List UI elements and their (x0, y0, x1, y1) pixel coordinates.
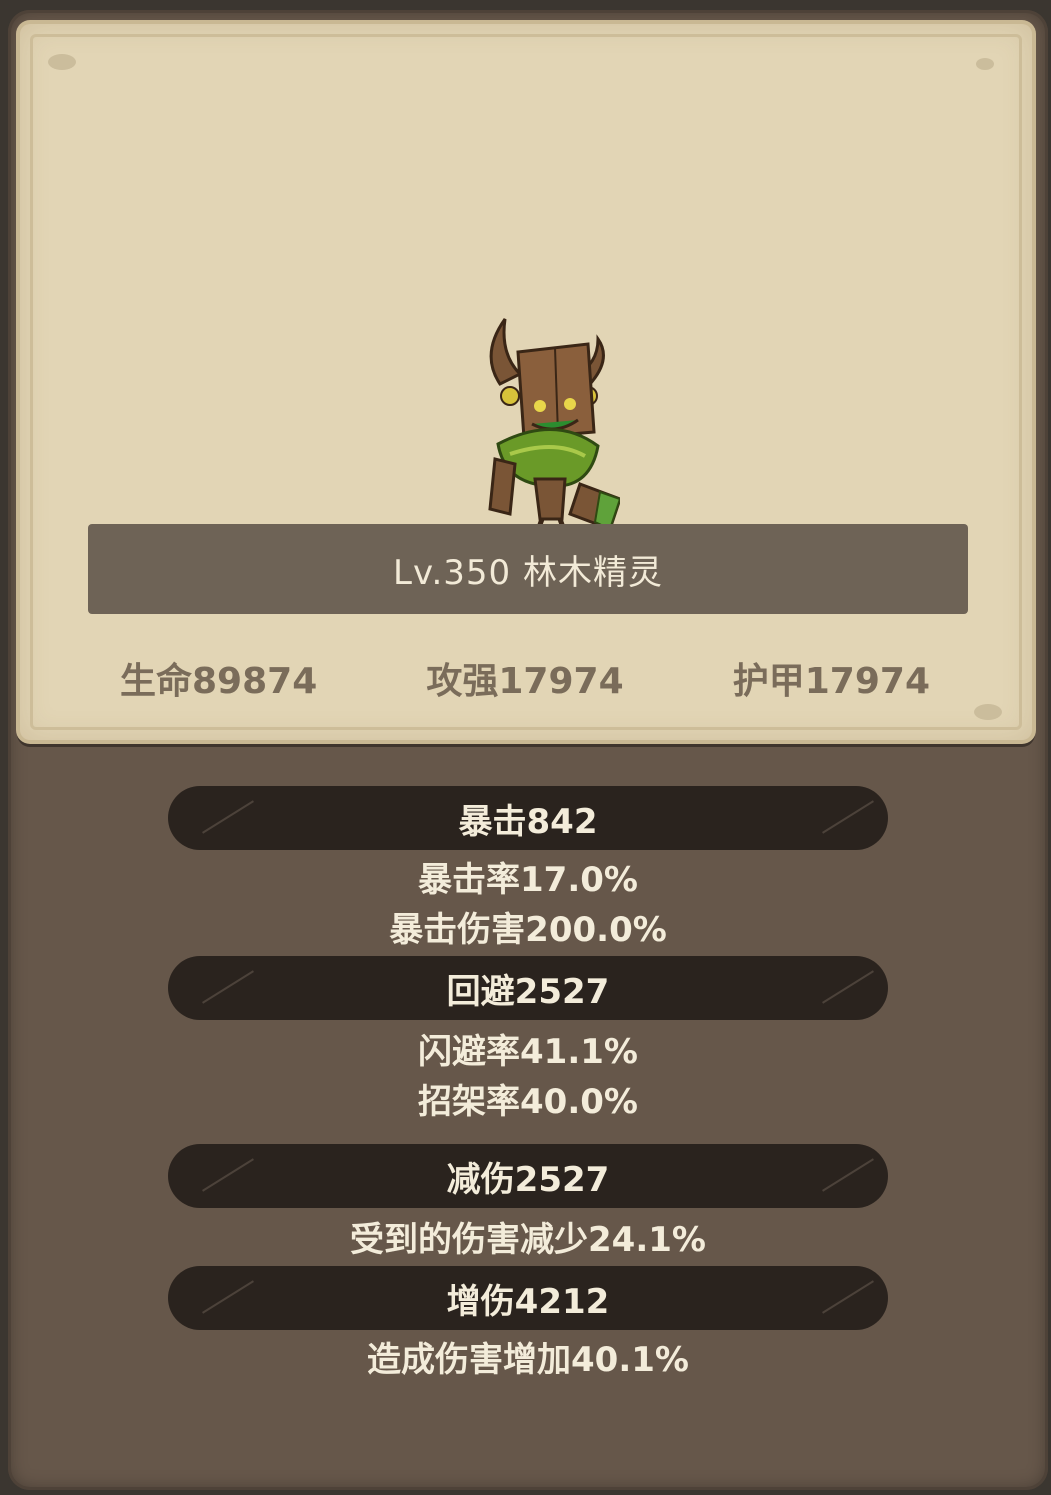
evasion-title: 回避2527 (446, 971, 610, 1012)
increase-section-header: 增伤4212 (168, 1266, 888, 1330)
crit-rate-line: 暴击率17.0% (418, 860, 638, 900)
increase-title: 增伤4212 (446, 1281, 610, 1322)
armor-stat: 护甲17974 (732, 661, 930, 702)
dodge-rate-line: 闪避率41.1% (418, 1032, 638, 1072)
monster-card: Lv.350 林木精灵 生命89874 攻强17974 护甲17974 (20, 24, 1032, 740)
crit-damage-line: 暴击伤害200.0% (389, 910, 667, 950)
base-stats-row: 生命89874 攻强17974 护甲17974 (50, 652, 1000, 704)
reduction-section-header: 减伤2527 (168, 1144, 888, 1208)
crit-title: 暴击842 (458, 801, 598, 842)
corner-decoration (48, 54, 76, 70)
wood-sprite-icon (488, 318, 620, 534)
corner-decoration (974, 704, 1002, 720)
damage-dealt-line: 造成伤害增加40.1% (367, 1340, 689, 1380)
monster-name: Lv.350 林木精灵 (393, 552, 663, 593)
parry-rate-line: 招架率40.0% (418, 1082, 638, 1122)
reduction-title: 减伤2527 (446, 1159, 610, 1200)
evasion-section-header: 回避2527 (168, 956, 888, 1020)
crit-section-header: 暴击842 (168, 786, 888, 850)
monster-name-banner: Lv.350 林木精灵 (88, 524, 968, 614)
monster-info-panel: Lv.350 林木精灵 生命89874 攻强17974 护甲17974 暴击84… (8, 10, 1048, 1490)
corner-decoration (976, 58, 994, 70)
damage-taken-line: 受到的伤害减少24.1% (350, 1220, 706, 1260)
hp-stat: 生命89874 (120, 661, 318, 702)
attack-stat: 攻强17974 (426, 661, 624, 702)
